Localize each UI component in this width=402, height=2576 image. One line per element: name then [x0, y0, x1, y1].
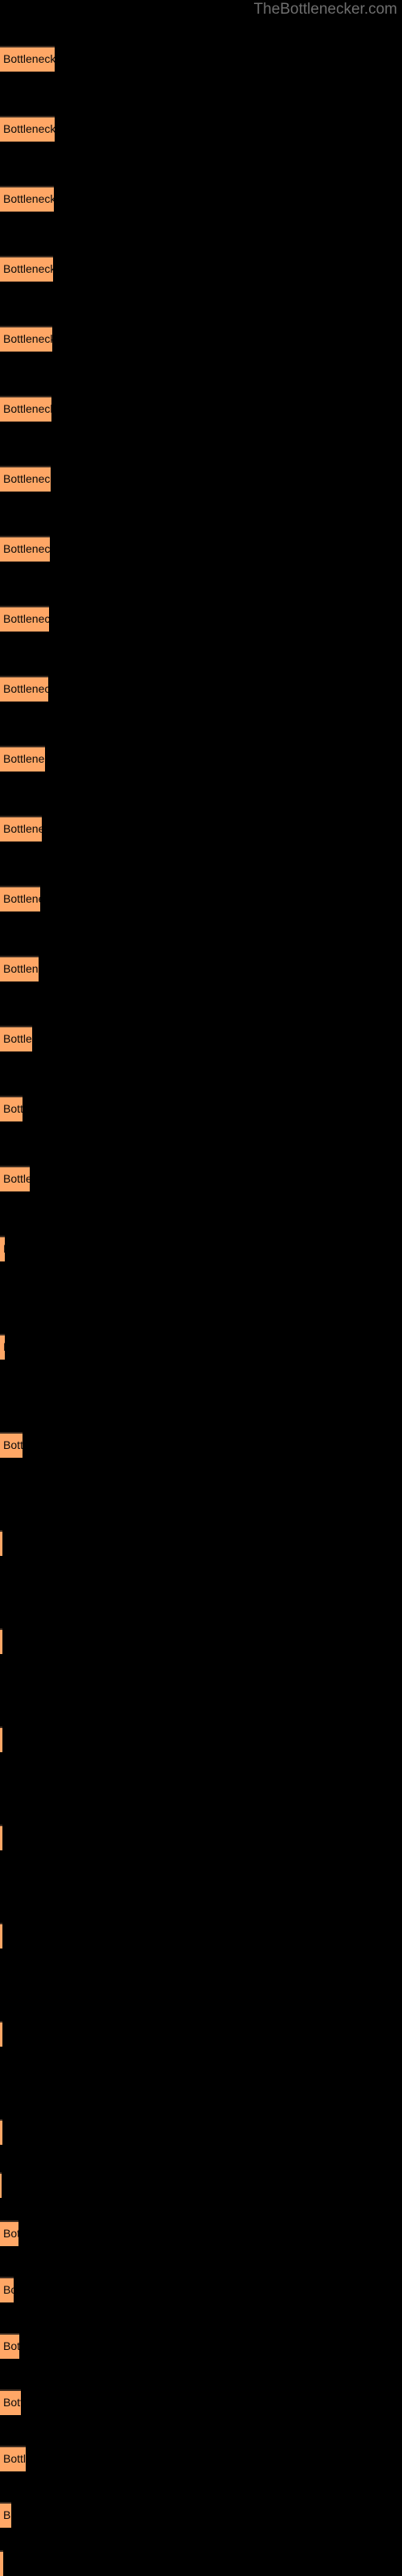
bar-row: Bottleneck result: [0, 676, 48, 702]
bar-rect: Bottleneck result: [0, 956, 39, 981]
bar-row: Bottleneck result: [0, 1334, 5, 1360]
bottleneck-bar-chart: TheBottlenecker.com Bottleneck resultBot…: [0, 0, 402, 2576]
bar-rect: Bottleneck result: [0, 2220, 18, 2246]
bar-label: Bottleneck result: [3, 2227, 18, 2240]
bar-row: Bottleneck result: [0, 746, 45, 772]
bar-rect: Bottleneck result: [0, 1923, 2, 1948]
bar-row: Bottleneck result: [0, 2502, 11, 2528]
bar-row: Bottleneck result: [0, 1726, 2, 1752]
bar-row: Bottleneck result: [0, 2446, 26, 2471]
bar-rect: Bottleneck result: [0, 746, 45, 772]
bar-row: Bottleneck result: [0, 536, 50, 562]
bar-label: Bottleneck result: [3, 682, 48, 695]
bar-row: Bottleneck result: [0, 1530, 2, 1556]
bar-rect: Bottleneck result: [0, 116, 55, 142]
bar-row: Bottleneck result: [0, 2277, 14, 2302]
bar-row: Bottleneck result: [0, 186, 54, 212]
bar-rect: Bottleneck result: [0, 2172, 2, 2198]
bars-layer: Bottleneck result Bottleneck result Bottle…: [0, 0, 402, 2576]
bar-row: Bottleneck result: [0, 1432, 23, 1458]
bar-label: Bottleneck result: [3, 2452, 26, 2465]
bar-label: Bottleneck result: [3, 1102, 23, 1115]
bar-rect: Bottleneck result: [0, 46, 55, 72]
bar-rect: Bottleneck result: [0, 1236, 5, 1261]
bar-rect: Bottleneck result: [0, 1026, 32, 1051]
bar-row: Bottleneck result: [0, 466, 51, 492]
bar-label: Bottleneck result: [3, 472, 51, 485]
bar-rect: Bottleneck result: [0, 2502, 11, 2528]
bar-rect: Bottleneck result: [0, 256, 53, 282]
bar-rect: Bottleneck result: [0, 816, 42, 842]
bar-row: Bottleneck result: [0, 956, 39, 981]
bar-rect: Bottleneck result: [0, 186, 54, 212]
bar-row: Bottleneck result: [0, 886, 40, 911]
bar-row: Bottleneck result: [0, 2333, 19, 2359]
bar-rect: Bottleneck result: [0, 2446, 26, 2471]
bar-rect: Bottleneck result: [0, 1530, 2, 1556]
bar-rect: Bottleneck result: [0, 1334, 5, 1360]
bar-label: Bottleneck result: [3, 52, 55, 65]
bar-row: Bottleneck result: [0, 2172, 2, 2198]
bar-rect: Bottleneck result: [0, 536, 50, 562]
bar-row: Bottleneck result: [0, 2119, 2, 2145]
bar-row: Bottleneck result: [0, 1026, 32, 1051]
bar-label: Bottleneck result: [3, 752, 45, 765]
bar-label: Bottleneck result: [3, 822, 42, 835]
bar-row: Bottleneck result: [0, 2389, 21, 2415]
bar-label: Bottleneck result: [3, 962, 39, 975]
bar-rect: Bottleneck result: [0, 1825, 2, 1850]
bar-label: Bottleneck result: [3, 192, 54, 205]
bar-rect: Bottleneck result: [0, 466, 51, 492]
bar-rect: Bottleneck result: [0, 2389, 21, 2415]
bar-rect: Bottleneck result: [0, 1166, 30, 1191]
bar-label: Bottleneck result: [3, 2396, 21, 2409]
bar-label: Bottleneck result: [3, 402, 51, 415]
bar-rect: Bottleneck result: [0, 1432, 23, 1458]
bar-label: Bottleneck result: [3, 1438, 23, 1451]
bar-rect: Bottleneck result: [0, 886, 40, 911]
bar-label: Bottleneck result: [3, 122, 55, 135]
bar-row: Bottleneck result: [0, 816, 42, 842]
bar-rect: Bottleneck result: [0, 2333, 19, 2359]
bar-rect: Bottleneck result: [0, 606, 49, 632]
bar-row: Bottleneck result: [0, 2550, 3, 2576]
bar-row: Bottleneck result: [0, 326, 52, 352]
bar-row: Bottleneck result: [0, 1628, 2, 1654]
bar-rect: Bottleneck result: [0, 2550, 3, 2576]
bar-label: Bottleneck result: [3, 332, 52, 345]
bar-label: Bottleneck result: [3, 542, 50, 555]
bar-rect: Bottleneck result: [0, 2021, 2, 2047]
bar-row: Bottleneck result: [0, 396, 51, 422]
bar-row: Bottleneck result: [0, 1923, 2, 1948]
bar-label: Bottleneck result: [3, 1340, 5, 1353]
bar-label: Bottleneck result: [3, 1032, 32, 1045]
bar-row: Bottleneck result: [0, 1825, 2, 1850]
bar-rect: Bottleneck result: [0, 396, 51, 422]
bar-row: Bottleneck result: [0, 1096, 23, 1121]
bar-rect: Bottleneck result: [0, 2119, 2, 2145]
bar-row: Bottleneck result: [0, 116, 55, 142]
bar-label: Bottleneck result: [3, 262, 53, 275]
bar-row: Bottleneck result: [0, 2021, 2, 2047]
bar-rect: Bottleneck result: [0, 1628, 2, 1654]
bar-row: Bottleneck result: [0, 606, 49, 632]
bar-label: Bottleneck result: [3, 892, 40, 905]
bar-label: Bottleneck result: [3, 2283, 14, 2296]
bar-rect: Bottleneck result: [0, 326, 52, 352]
bar-row: Bottleneck result: [0, 2220, 18, 2246]
bar-label: Bottleneck result: [3, 2339, 19, 2352]
bar-label: Bottleneck result: [3, 1242, 5, 1255]
bar-row: Bottleneck result: [0, 1236, 5, 1261]
bar-rect: Bottleneck result: [0, 676, 48, 702]
bar-label: Bottleneck result: [3, 1172, 30, 1185]
bar-label: Bottleneck result: [3, 612, 49, 625]
bar-rect: Bottleneck result: [0, 1726, 2, 1752]
bar-rect: Bottleneck result: [0, 2277, 14, 2302]
bar-row: Bottleneck result: [0, 46, 55, 72]
bar-row: Bottleneck result: [0, 256, 53, 282]
bar-label: Bottleneck result: [3, 2508, 11, 2521]
bar-rect: Bottleneck result: [0, 1096, 23, 1121]
bar-row: Bottleneck result: [0, 1166, 30, 1191]
